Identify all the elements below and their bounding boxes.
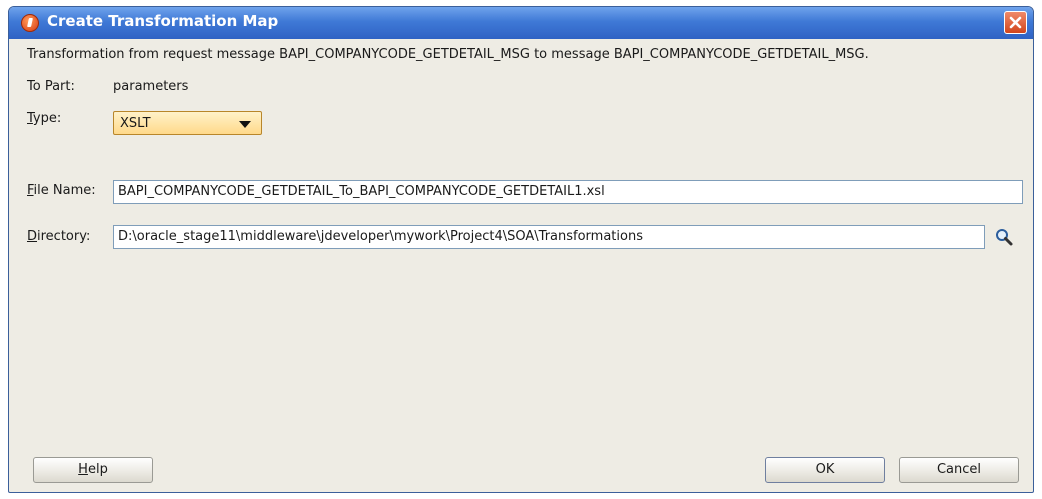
create-transformation-map-dialog: Create Transformation Map Transformation… xyxy=(8,6,1034,493)
close-button[interactable] xyxy=(1004,11,1027,34)
title-bar[interactable]: Create Transformation Map xyxy=(9,7,1033,39)
to-part-label: To Part: xyxy=(27,79,75,94)
transformation-description: Transformation from request message BAPI… xyxy=(27,47,869,62)
file-name-label: File Name: xyxy=(27,183,96,198)
browse-directory-button[interactable] xyxy=(994,227,1014,247)
chevron-down-icon xyxy=(239,121,251,128)
directory-label: Directory: xyxy=(27,229,91,244)
file-name-input[interactable]: BAPI_COMPANYCODE_GETDETAIL_To_BAPI_COMPA… xyxy=(113,180,1023,204)
type-select[interactable]: XSLT xyxy=(113,111,262,135)
oracle-app-icon xyxy=(21,14,39,32)
cancel-button[interactable]: Cancel xyxy=(899,457,1019,483)
type-label: Type: xyxy=(27,111,62,126)
search-icon xyxy=(996,229,1013,246)
dialog-title: Create Transformation Map xyxy=(47,12,279,30)
directory-input[interactable]: D:\oracle_stage11\middleware\jdeveloper\… xyxy=(113,225,985,249)
type-select-value: XSLT xyxy=(120,116,151,131)
ok-button[interactable]: OK xyxy=(765,457,885,483)
help-button[interactable]: Help xyxy=(33,457,153,483)
close-icon xyxy=(1009,16,1022,29)
to-part-value: parameters xyxy=(113,79,189,94)
